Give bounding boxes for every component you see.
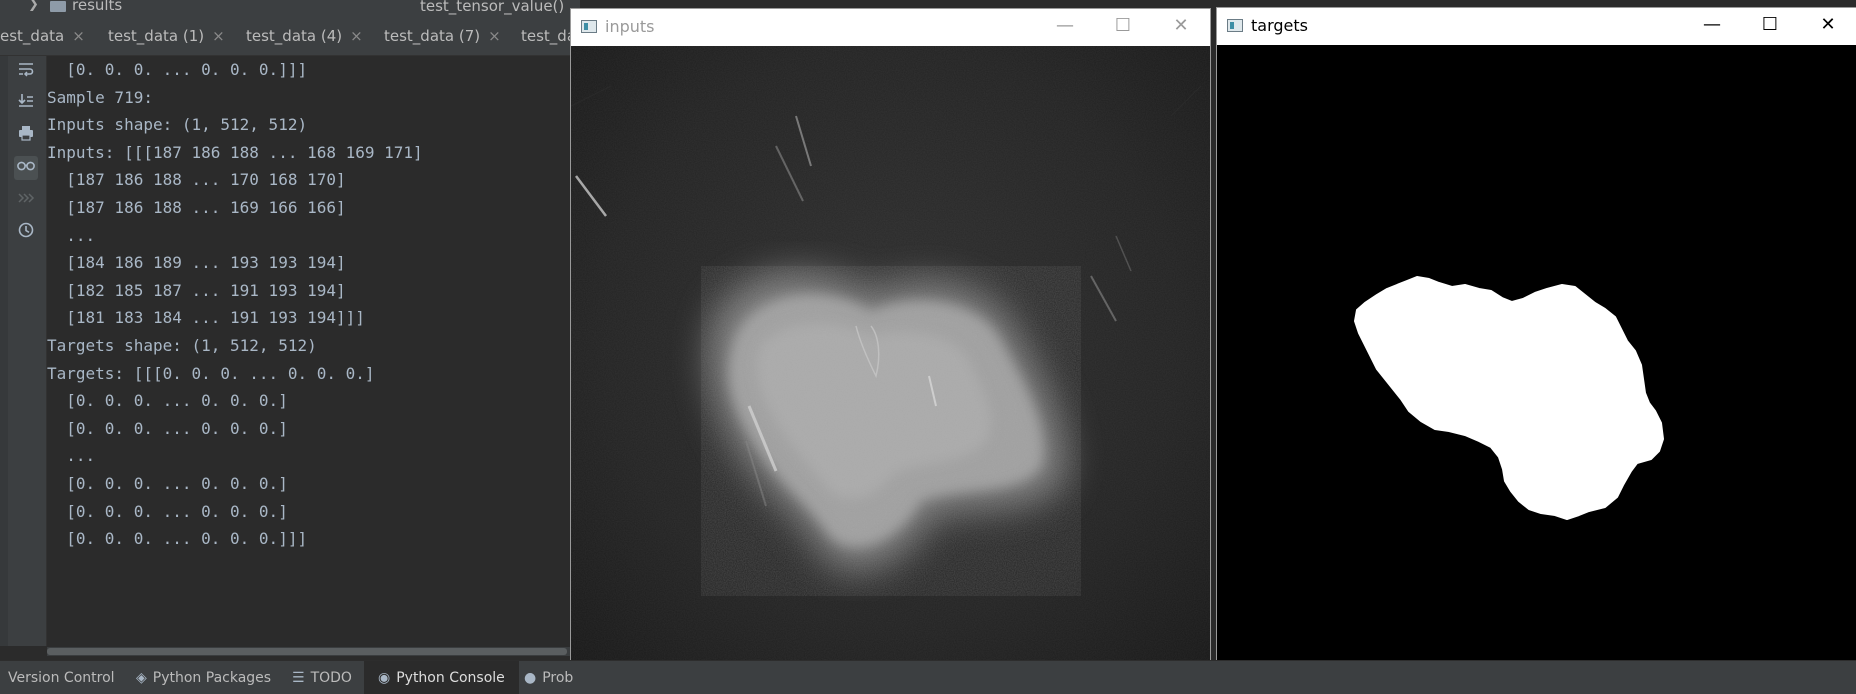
targets-image-view[interactable] (1217, 45, 1856, 687)
horizontal-scrollbar[interactable] (47, 647, 580, 656)
history-icon[interactable] (14, 221, 38, 245)
close-button[interactable]: ✕ (1152, 9, 1210, 45)
console-line: Targets: [[[0. 0. 0. ... 0. 0. 0.] (47, 363, 375, 383)
scroll-to-end-icon[interactable] (14, 91, 38, 115)
console-line: ... (47, 225, 96, 245)
gutter-edge (0, 56, 8, 646)
close-icon[interactable]: × (488, 27, 501, 45)
python-console-tab[interactable]: ◉ Python Console (364, 661, 519, 694)
tab-label: est_data (0, 27, 65, 45)
close-icon[interactable]: × (212, 27, 225, 45)
problems-tab[interactable]: ● Prob (524, 661, 573, 694)
console-line: [184 186 189 ... 193 193 194] (47, 253, 346, 273)
console-line: [0. 0. 0. ... 0. 0. 0.]]] (47, 60, 308, 79)
console-line: ... (47, 446, 96, 466)
folder-icon (50, 1, 66, 12)
minimize-button[interactable]: — (1036, 9, 1094, 45)
version-control-label: Version Control (8, 670, 115, 686)
maximize-button[interactable]: ☐ (1741, 8, 1799, 44)
console-line: [0. 0. 0. ... 0. 0. 0.] (47, 473, 288, 493)
info-icon: ● (524, 670, 537, 686)
todo-label: TODO (310, 670, 352, 686)
inputs-window[interactable]: inputs — ☐ ✕ (570, 8, 1211, 688)
tab-test-data-1[interactable]: test_data (1) × (108, 27, 225, 45)
project-tree-strip: ❯ results test_tensor_value() (0, 0, 580, 21)
tree-folder-label[interactable]: results (72, 0, 122, 14)
tab-test-data-partial[interactable]: test_da (521, 27, 576, 45)
console-line: [0. 0. 0. ... 0. 0. 0.] (47, 391, 288, 411)
python-console-label: Python Console (396, 670, 505, 686)
tab-label: test_da (521, 27, 577, 45)
inputs-image-view[interactable] (571, 46, 1210, 687)
python-packages-label: Python Packages (152, 670, 272, 686)
problems-label: Prob (542, 670, 574, 686)
tab-label: test_data (1) (108, 27, 205, 45)
console-line: Targets shape: (1, 512, 512) (47, 335, 317, 355)
console-line: [187 186 188 ... 170 168 170] (47, 170, 346, 190)
segmentation-mask (1217, 45, 1856, 687)
inputs-window-titlebar[interactable]: inputs — ☐ ✕ (571, 9, 1210, 45)
console-line: Inputs: [[[187 186 188 ... 168 169 171] (47, 142, 423, 162)
console-line: Inputs shape: (1, 512, 512) (47, 115, 308, 135)
console-line: [181 183 184 ... 191 193 194]]] (47, 308, 365, 328)
scrollbar-thumb[interactable] (47, 648, 567, 655)
targets-window-titlebar[interactable]: targets — ☐ ✕ (1217, 8, 1856, 44)
window-app-icon (1227, 19, 1243, 32)
soft-wrap-icon[interactable] (14, 60, 38, 84)
close-button[interactable]: ✕ (1799, 8, 1856, 44)
console-line: [0. 0. 0. ... 0. 0. 0.]]] (47, 529, 308, 549)
console-text: [0. 0. 0. ... 0. 0. 0.]]] Sample 719: Inpu… (47, 56, 423, 553)
console-line: [187 186 188 ... 169 166 166] (47, 197, 346, 217)
tab-test-data-4[interactable]: test_data (4) × (246, 27, 363, 45)
breadcrumb-function[interactable]: test_tensor_value() (420, 0, 564, 15)
desktop: ❯ results test_tensor_value() est_data × … (0, 0, 1856, 694)
tab-label: test_data (4) (246, 27, 343, 45)
close-icon[interactable]: × (72, 27, 85, 45)
python-console-output[interactable]: [0. 0. 0. ... 0. 0. 0.]]] Sample 719: Inpu… (47, 56, 580, 646)
rerun-icon[interactable] (14, 189, 38, 213)
tree-expand-icon[interactable]: ❯ (28, 0, 39, 12)
console-line: Sample 719: (47, 87, 153, 107)
maximize-button[interactable]: ☐ (1094, 9, 1152, 45)
console-line: [182 185 187 ... 191 193 194] (47, 280, 346, 300)
window-title: inputs (605, 17, 655, 36)
tab-test-data-7[interactable]: test_data (7) × (384, 27, 501, 45)
console-line: [0. 0. 0. ... 0. 0. 0.] (47, 501, 288, 521)
console-line: [0. 0. 0. ... 0. 0. 0.] (47, 418, 288, 438)
print-icon[interactable] (14, 124, 38, 148)
python-packages-tab[interactable]: ◈ Python Packages (136, 661, 271, 694)
dermoscopy-image (571, 46, 1210, 687)
list-icon: ☰ (292, 670, 305, 686)
targets-window[interactable]: targets — ☐ ✕ (1216, 7, 1856, 688)
todo-tab[interactable]: ☰ TODO (292, 661, 352, 694)
python-icon: ◉ (378, 670, 391, 686)
console-toolbar (0, 56, 47, 646)
ide-status-bar: Version Control ◈ Python Packages ☰ TODO ◉… (0, 660, 1856, 694)
minimize-button[interactable]: — (1683, 8, 1741, 44)
console-tab-bar: est_data × test_data (1) × test_data (4) × … (0, 20, 580, 56)
window-app-icon (581, 20, 597, 33)
version-control-tab[interactable]: Version Control (8, 661, 115, 694)
tab-label: test_data (7) (384, 27, 481, 45)
tab-test-data[interactable]: est_data × (0, 27, 85, 45)
packages-icon: ◈ (136, 670, 147, 686)
glasses-icon[interactable] (14, 156, 38, 180)
window-title: targets (1251, 16, 1308, 35)
close-icon[interactable]: × (350, 27, 363, 45)
